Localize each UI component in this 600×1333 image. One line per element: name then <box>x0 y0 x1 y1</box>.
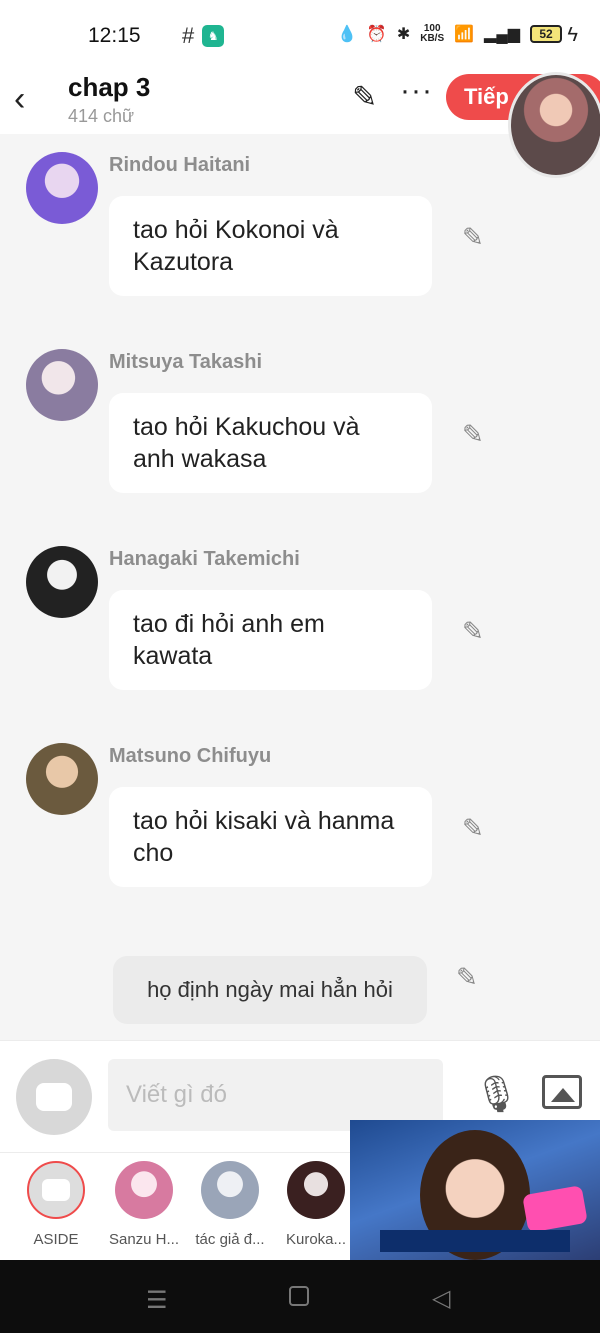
character-name: Rindou Haitani <box>109 154 251 176</box>
message-bubble[interactable]: tao đi hỏi anh em kawata <box>109 590 432 690</box>
avatar[interactable] <box>26 349 98 421</box>
message-bubble[interactable]: tao hỏi kisaki và hanma cho <box>109 787 432 887</box>
aside-avatar <box>27 1161 85 1219</box>
character-label: tác giả đ... <box>195 1231 265 1248</box>
video-overlay-badge <box>522 1185 588 1233</box>
status-left-icons: # ♞ <box>182 23 225 48</box>
edit-aside-icon[interactable]: ✎ <box>456 962 478 993</box>
system-navigation-bar: ☰ ◁ <box>0 1260 600 1333</box>
aside-toggle-button[interactable] <box>16 1059 92 1135</box>
recent-apps-icon[interactable]: ☰ <box>146 1286 168 1315</box>
image-icon[interactable] <box>542 1075 582 1109</box>
network-speed: 100 KB/S <box>420 23 445 44</box>
character-item[interactable]: Kuroka... <box>276 1161 356 1248</box>
battery-indicator: 52 <box>530 25 562 43</box>
picture-in-picture-video[interactable] <box>350 1120 600 1260</box>
status-bar: 12:15 # ♞ 💧 ⏰ ✱ 100 KB/S 📶 ▂▄▆ 52 ϟ <box>0 0 600 72</box>
back-icon[interactable]: ‹ <box>14 80 25 119</box>
edit-title-icon[interactable]: ✎ <box>352 80 377 115</box>
character-item[interactable]: Sanzu H... <box>104 1161 184 1248</box>
home-icon[interactable] <box>289 1286 309 1306</box>
status-right-icons: 💧 ⏰ ✱ 100 KB/S 📶 ▂▄▆ 52 <box>337 24 562 44</box>
avatar <box>115 1161 173 1219</box>
edit-message-icon[interactable]: ✎ <box>462 813 484 844</box>
character-item[interactable]: tác giả đ... <box>190 1161 270 1248</box>
aside-message[interactable]: họ định ngày mai hẳn hỏi <box>113 956 427 1024</box>
character-name: Mitsuya Takashi <box>109 351 263 373</box>
avatar[interactable] <box>26 546 98 618</box>
avatar <box>287 1161 345 1219</box>
more-options-icon[interactable]: ··· <box>400 74 433 108</box>
floating-video-avatar[interactable] <box>508 72 600 178</box>
character-item-aside[interactable]: ASIDE <box>16 1161 96 1248</box>
character-label: Sanzu H... <box>108 1231 180 1248</box>
word-count: 414 chữ <box>68 106 135 126</box>
back-nav-icon[interactable]: ◁ <box>432 1284 450 1313</box>
message-bubble[interactable]: tao hỏi Kokonoi và Kazutora <box>109 196 432 296</box>
signal-icon: ▂▄▆ <box>484 26 520 43</box>
avatar[interactable] <box>26 743 98 815</box>
avatar <box>201 1161 259 1219</box>
edit-message-icon[interactable]: ✎ <box>462 616 484 647</box>
wifi-icon: 📶 <box>454 26 475 43</box>
character-label: ASIDE <box>33 1231 79 1248</box>
character-label: Kuroka... <box>285 1231 347 1248</box>
video-caption-bar <box>380 1230 570 1252</box>
chapter-title: chap 3 <box>68 72 151 102</box>
grid-icon: # <box>182 23 195 48</box>
edit-message-icon[interactable]: ✎ <box>462 419 484 450</box>
water-drop-icon: 💧 <box>336 26 357 43</box>
microphone-icon[interactable]: 🎙 <box>474 1073 520 1115</box>
bluetooth-icon: ✱ <box>396 26 411 43</box>
status-time: 12:15 <box>88 24 141 47</box>
edit-message-icon[interactable]: ✎ <box>462 222 484 253</box>
app-notification-icon: ♞ <box>202 25 225 47</box>
alarm-icon: ⏰ <box>366 26 387 43</box>
aside-icon <box>36 1083 72 1111</box>
character-name: Matsuno Chifuyu <box>109 745 272 767</box>
character-name: Hanagaki Takemichi <box>109 548 300 570</box>
avatar[interactable] <box>26 152 98 224</box>
charging-icon: ϟ <box>567 24 578 46</box>
message-bubble[interactable]: tao hỏi Kakuchou và anh wakasa <box>109 393 432 493</box>
